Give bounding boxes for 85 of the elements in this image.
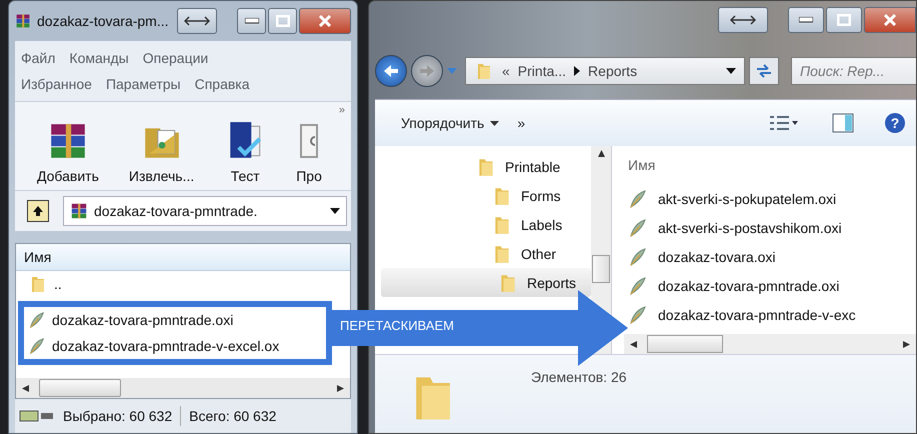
resize-button[interactable]: [176, 8, 217, 34]
file-icon: [28, 337, 46, 355]
more-commands-button[interactable]: »: [515, 113, 528, 133]
view-list-icon[interactable]: [768, 114, 798, 132]
file-icon: [628, 246, 648, 266]
column-header[interactable]: Имя: [624, 146, 916, 184]
scroll-right-icon[interactable]: [903, 340, 910, 348]
right-arrow-icon: [419, 64, 435, 78]
item-count: Элементов: 26: [531, 369, 627, 387]
menu-item[interactable]: Операции: [142, 50, 208, 66]
file-row[interactable]: dozakaz-tovara-pmntrade-v-exc: [624, 300, 916, 329]
menu-item[interactable]: Файл: [21, 50, 56, 66]
file-icon: [628, 188, 648, 208]
file-icon: [628, 304, 648, 324]
close-button[interactable]: [864, 7, 916, 33]
resize-button[interactable]: [718, 7, 768, 33]
status-text: Всего: 60 632: [189, 408, 276, 424]
file-row[interactable]: dozakaz-tovara-pmntrade.oxi: [24, 307, 240, 333]
help-icon[interactable]: ?: [884, 112, 906, 134]
dropdown-arrow-icon: [726, 68, 736, 74]
refresh-arrows-icon: [755, 63, 773, 79]
tree-item[interactable]: Labels: [375, 210, 591, 239]
breadcrumb-arrow-icon: [574, 66, 580, 76]
file-icon: [28, 311, 46, 329]
file-icon: [628, 218, 648, 238]
back-button[interactable]: [375, 55, 407, 87]
close-button[interactable]: [299, 8, 351, 34]
resize-arrows-icon: [730, 15, 756, 25]
scroll-thumb[interactable]: [647, 335, 723, 353]
dropdown-arrow-icon: [490, 120, 500, 126]
menu-item[interactable]: Справка: [194, 76, 250, 92]
path-combo[interactable]: dozakaz-tovara-pmntrade.: [63, 196, 347, 226]
tree-item[interactable]: Printable: [375, 152, 591, 181]
toolbar-button[interactable]: Про: [290, 119, 328, 190]
horizontal-scrollbar[interactable]: [624, 334, 916, 354]
left-arrow-icon: [383, 64, 399, 78]
menu-item[interactable]: Параметры: [106, 76, 181, 92]
scroll-thumb[interactable]: [39, 379, 121, 397]
window-title: dozakaz-tovara-pm...: [37, 13, 169, 29]
column-header[interactable]: Имя: [16, 244, 350, 271]
maximize-icon: [276, 15, 290, 27]
tree-item[interactable]: Forms: [375, 181, 591, 210]
file-row[interactable]: akt-sverki-s-postavshikom.oxi: [624, 213, 916, 242]
toolbar-overflow[interactable]: »: [338, 104, 345, 116]
up-folder-button[interactable]: [27, 200, 49, 222]
address-bar[interactable]: « Printa... Reports: [465, 57, 745, 85]
close-icon: [884, 14, 896, 26]
menu-item[interactable]: Команды: [69, 50, 129, 66]
scroll-right-icon[interactable]: [337, 384, 344, 392]
file-row[interactable]: ..: [24, 271, 68, 297]
file-row[interactable]: dozakaz-tovara-pmntrade-v-excel.ox: [24, 333, 286, 359]
refresh-button[interactable]: [749, 57, 779, 85]
minimize-button[interactable]: [788, 7, 824, 33]
scroll-left-icon[interactable]: [630, 340, 637, 348]
organize-button[interactable]: Упорядочить: [399, 113, 502, 133]
resize-arrows-icon: [184, 16, 210, 26]
tree-item[interactable]: Reports: [381, 268, 591, 297]
forward-button[interactable]: [411, 55, 443, 87]
search-field[interactable]: Поиск: Rep...: [791, 57, 916, 85]
callout-label: ПЕРЕТАСКИВАЕМ: [340, 318, 454, 333]
toolbar-button[interactable]: Тест: [218, 119, 272, 190]
preview-pane-icon[interactable]: [832, 113, 854, 133]
maximize-icon: [837, 14, 851, 26]
archive-icon: [70, 202, 88, 220]
toolbar-button[interactable]: Добавить: [31, 119, 105, 190]
toolbar-button[interactable]: Извлечь...: [122, 119, 200, 190]
scroll-left-icon[interactable]: [22, 384, 29, 392]
tree-item[interactable]: Other: [375, 239, 591, 268]
maximize-button[interactable]: [826, 7, 862, 33]
file-row[interactable]: dozakaz-tovara-pmntrade.oxi: [624, 271, 916, 300]
scroll-thumb[interactable]: [592, 255, 610, 283]
maximize-button[interactable]: [268, 8, 298, 34]
close-icon: [319, 15, 332, 27]
file-row[interactable]: dozakaz-tovara.oxi: [624, 242, 916, 271]
horizontal-scrollbar[interactable]: [16, 378, 350, 398]
file-icon: [628, 276, 648, 296]
minimize-icon: [244, 18, 259, 24]
dropdown-arrow-icon: [330, 208, 340, 214]
menu-item[interactable]: Избранное: [21, 76, 92, 92]
up-arrow-icon: [32, 205, 44, 217]
scroll-up-icon[interactable]: [598, 150, 604, 157]
minimize-button[interactable]: [236, 8, 266, 34]
status-text: Выбрано: 60 632: [63, 408, 172, 424]
minimize-icon: [799, 17, 813, 23]
file-row[interactable]: akt-sverki-s-pokupatelem.oxi: [624, 184, 916, 213]
